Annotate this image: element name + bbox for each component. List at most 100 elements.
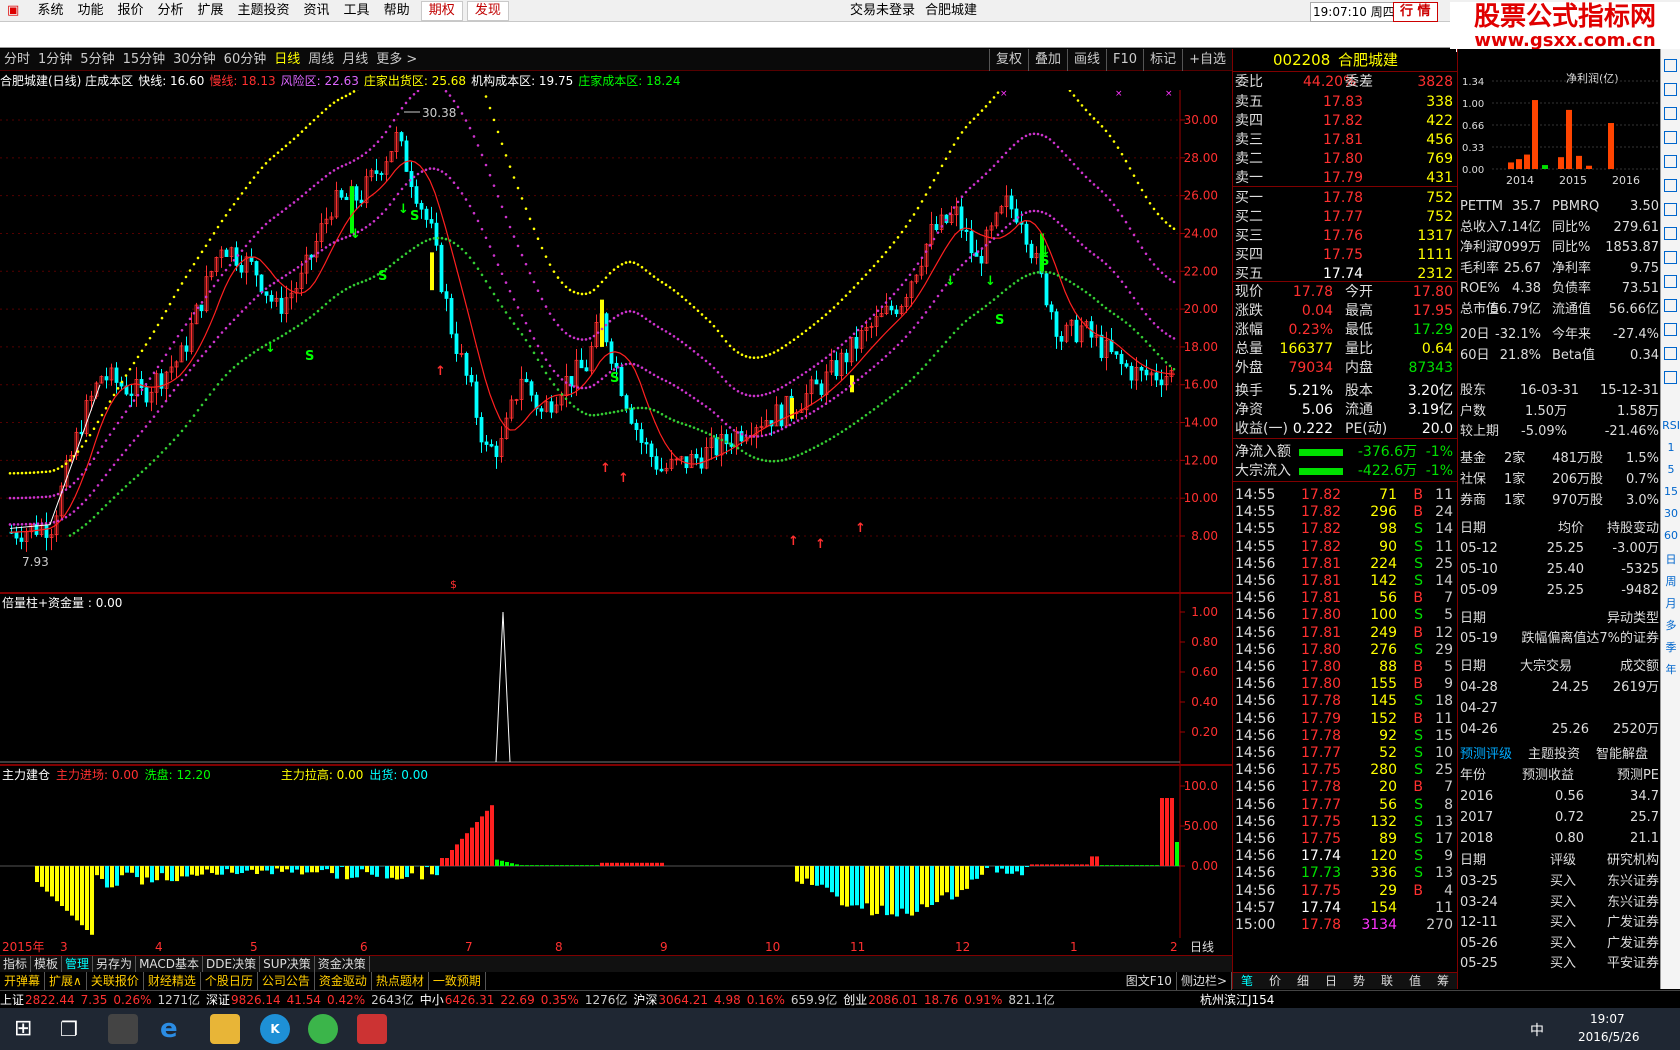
extension-tab[interactable]: 一致预期	[429, 972, 486, 990]
price-tick: 28.00	[1184, 151, 1218, 165]
sidebar-tool-icon[interactable]	[1664, 299, 1677, 312]
menu-item[interactable]: 主题投资	[231, 0, 297, 22]
quote-tab[interactable]: 值	[1401, 973, 1429, 989]
indicator-tab[interactable]: DDE决策	[203, 956, 261, 972]
sidebar-button[interactable]: 日	[1661, 551, 1680, 567]
quote-tab[interactable]: 筹	[1429, 973, 1457, 989]
chart-tool-button[interactable]: 画线	[1067, 49, 1106, 71]
sidebar-tool-icon[interactable]	[1664, 131, 1677, 144]
chart-tool-button[interactable]: 叠加	[1028, 49, 1067, 71]
sidebar-tool-icon[interactable]	[1664, 107, 1677, 120]
indicator-tab[interactable]: MACD基本	[136, 956, 204, 972]
cell: 14:56	[1235, 831, 1276, 847]
menu-item[interactable]: 分析	[150, 0, 190, 22]
menu-item[interactable]: 工具	[337, 0, 377, 22]
timeframe-tab[interactable]: 周线	[304, 49, 338, 71]
indicator-tab[interactable]: 另存为	[93, 956, 137, 972]
extension-tab[interactable]: 财经精选	[144, 972, 201, 990]
quote-tab[interactable]: 细	[1289, 973, 1317, 989]
quote-tab[interactable]: 价	[1261, 973, 1289, 989]
sidebar-tool-icon[interactable]	[1664, 371, 1677, 384]
app-icon-s[interactable]	[108, 1014, 138, 1044]
sidebar-tool-icon[interactable]	[1664, 155, 1677, 168]
menu-discover[interactable]: 发现	[466, 1, 509, 21]
sidebar-button[interactable]: 季	[1661, 639, 1680, 655]
sidebar-button[interactable]: 多	[1661, 617, 1680, 633]
sidebar-button[interactable]: 60	[1661, 529, 1680, 542]
quote-tab[interactable]: 联	[1373, 973, 1401, 989]
sidebar-tool-icon[interactable]	[1664, 59, 1677, 72]
timeframe-tab[interactable]: 60分钟	[220, 49, 271, 71]
menu-item[interactable]: 报价	[110, 0, 150, 22]
timeframe-tab[interactable]: 日线	[270, 49, 304, 71]
panel-toggle[interactable]: 侧边栏>	[1177, 972, 1232, 990]
sidebar-button[interactable]: 15	[1661, 485, 1680, 498]
forecast-tab[interactable]: 智能解盘	[1596, 745, 1648, 765]
menu-item[interactable]: 帮助	[377, 0, 417, 22]
stock-app-icon[interactable]	[357, 1014, 387, 1044]
sidebar-tool-icon[interactable]	[1664, 179, 1677, 192]
sidebar-tool-icon[interactable]	[1664, 323, 1677, 336]
panel-toggle[interactable]: 图文F10	[1122, 972, 1177, 990]
k-app-icon[interactable]: K	[260, 1014, 290, 1044]
menu-item[interactable]: 系统	[30, 0, 70, 22]
extension-tab[interactable]: 个股日历	[201, 972, 258, 990]
sidebar-button[interactable]: 30	[1661, 507, 1680, 520]
chart-tool-button[interactable]: 复权	[989, 49, 1028, 71]
forecast-tab[interactable]: 预测评级	[1460, 745, 1512, 765]
menu-item[interactable]: 资讯	[297, 0, 337, 22]
extension-tab[interactable]: 扩展∧	[45, 972, 87, 990]
timeframe-tab[interactable]: 分时	[0, 49, 34, 71]
sidebar-tool-icon[interactable]	[1664, 347, 1677, 360]
extension-tab[interactable]: 公司公告	[258, 972, 315, 990]
timeframe-tab[interactable]: 5分钟	[76, 49, 118, 71]
timeframe-tab[interactable]: 15分钟	[119, 49, 170, 71]
task-view-icon[interactable]: ❐	[60, 1014, 90, 1044]
indicator-tab[interactable]: 模板	[31, 956, 63, 972]
sidebar-button[interactable]: 周	[1661, 573, 1680, 589]
chart-tool-button[interactable]: 标记	[1143, 49, 1182, 71]
timeframe-tab[interactable]: 1分钟	[34, 49, 76, 71]
edge-browser-icon[interactable]: e	[160, 1014, 190, 1044]
chart-tool-button[interactable]: F10	[1106, 49, 1143, 71]
forecast-tab[interactable]: 主题投资	[1528, 745, 1580, 765]
login-status[interactable]: 交易未登录	[850, 0, 915, 22]
ime-indicator[interactable]: 中	[1530, 1020, 1544, 1040]
candlestick-chart[interactable]: 30.00 28.00 26.00 24.00 22.00 20.00 18.00 16.00…	[0, 90, 1232, 592]
extension-tab[interactable]: 开弹幕	[0, 972, 46, 990]
quote-tab[interactable]: 笔	[1233, 973, 1261, 989]
quote-button[interactable]: 行 情	[1393, 2, 1438, 22]
windows-start-icon[interactable]: ⊞	[14, 1014, 44, 1044]
timeframe-tab[interactable]: 月线	[338, 49, 372, 71]
timeframe-tab[interactable]: 30分钟	[169, 49, 220, 71]
indicator-tab[interactable]: 指标	[0, 956, 32, 972]
sidebar-tool-icon[interactable]	[1664, 203, 1677, 216]
menu-item[interactable]: 扩展	[191, 0, 231, 22]
menu-item[interactable]: 功能	[70, 0, 110, 22]
sidebar-tool-icon[interactable]	[1664, 275, 1677, 288]
sidebar-button[interactable]: 1	[1661, 441, 1680, 454]
extension-tab[interactable]: 资金驱动	[315, 972, 372, 990]
green-app-icon[interactable]	[308, 1014, 338, 1044]
timeframe-tab[interactable]: 更多 >	[372, 49, 421, 71]
chart-tool-button[interactable]: +自选	[1182, 49, 1232, 71]
sidebar-button[interactable]: RSI	[1661, 419, 1680, 432]
volume-ratio-chart[interactable]: 1.00 0.80 0.60 0.40 0.20	[0, 594, 1232, 764]
sidebar-tool-icon[interactable]	[1664, 83, 1677, 96]
quote-tab[interactable]: 势	[1345, 973, 1373, 989]
extension-tab[interactable]: 关联报价	[87, 972, 144, 990]
sidebar-tool-icon[interactable]	[1664, 227, 1677, 240]
quote-tab[interactable]: 日	[1317, 973, 1345, 989]
extension-tab[interactable]: 热点题材	[372, 972, 429, 990]
main-force-chart[interactable]: 100.0 50.00 0.00	[0, 766, 1232, 938]
sidebar-button[interactable]: 年	[1661, 661, 1680, 677]
sidebar-tool-icon[interactable]	[1664, 251, 1677, 264]
sidebar-button[interactable]: 月	[1661, 595, 1680, 611]
indicator-tab[interactable]: SUP决策	[260, 956, 315, 972]
sidebar-button[interactable]: 5	[1661, 463, 1680, 476]
indicator-tab[interactable]: 管理	[62, 956, 94, 972]
menu-options[interactable]: 期权	[420, 1, 463, 21]
indicator-tab[interactable]: 资金决策	[315, 956, 370, 972]
force-bar	[370, 866, 374, 875]
file-explorer-icon[interactable]	[210, 1014, 240, 1044]
